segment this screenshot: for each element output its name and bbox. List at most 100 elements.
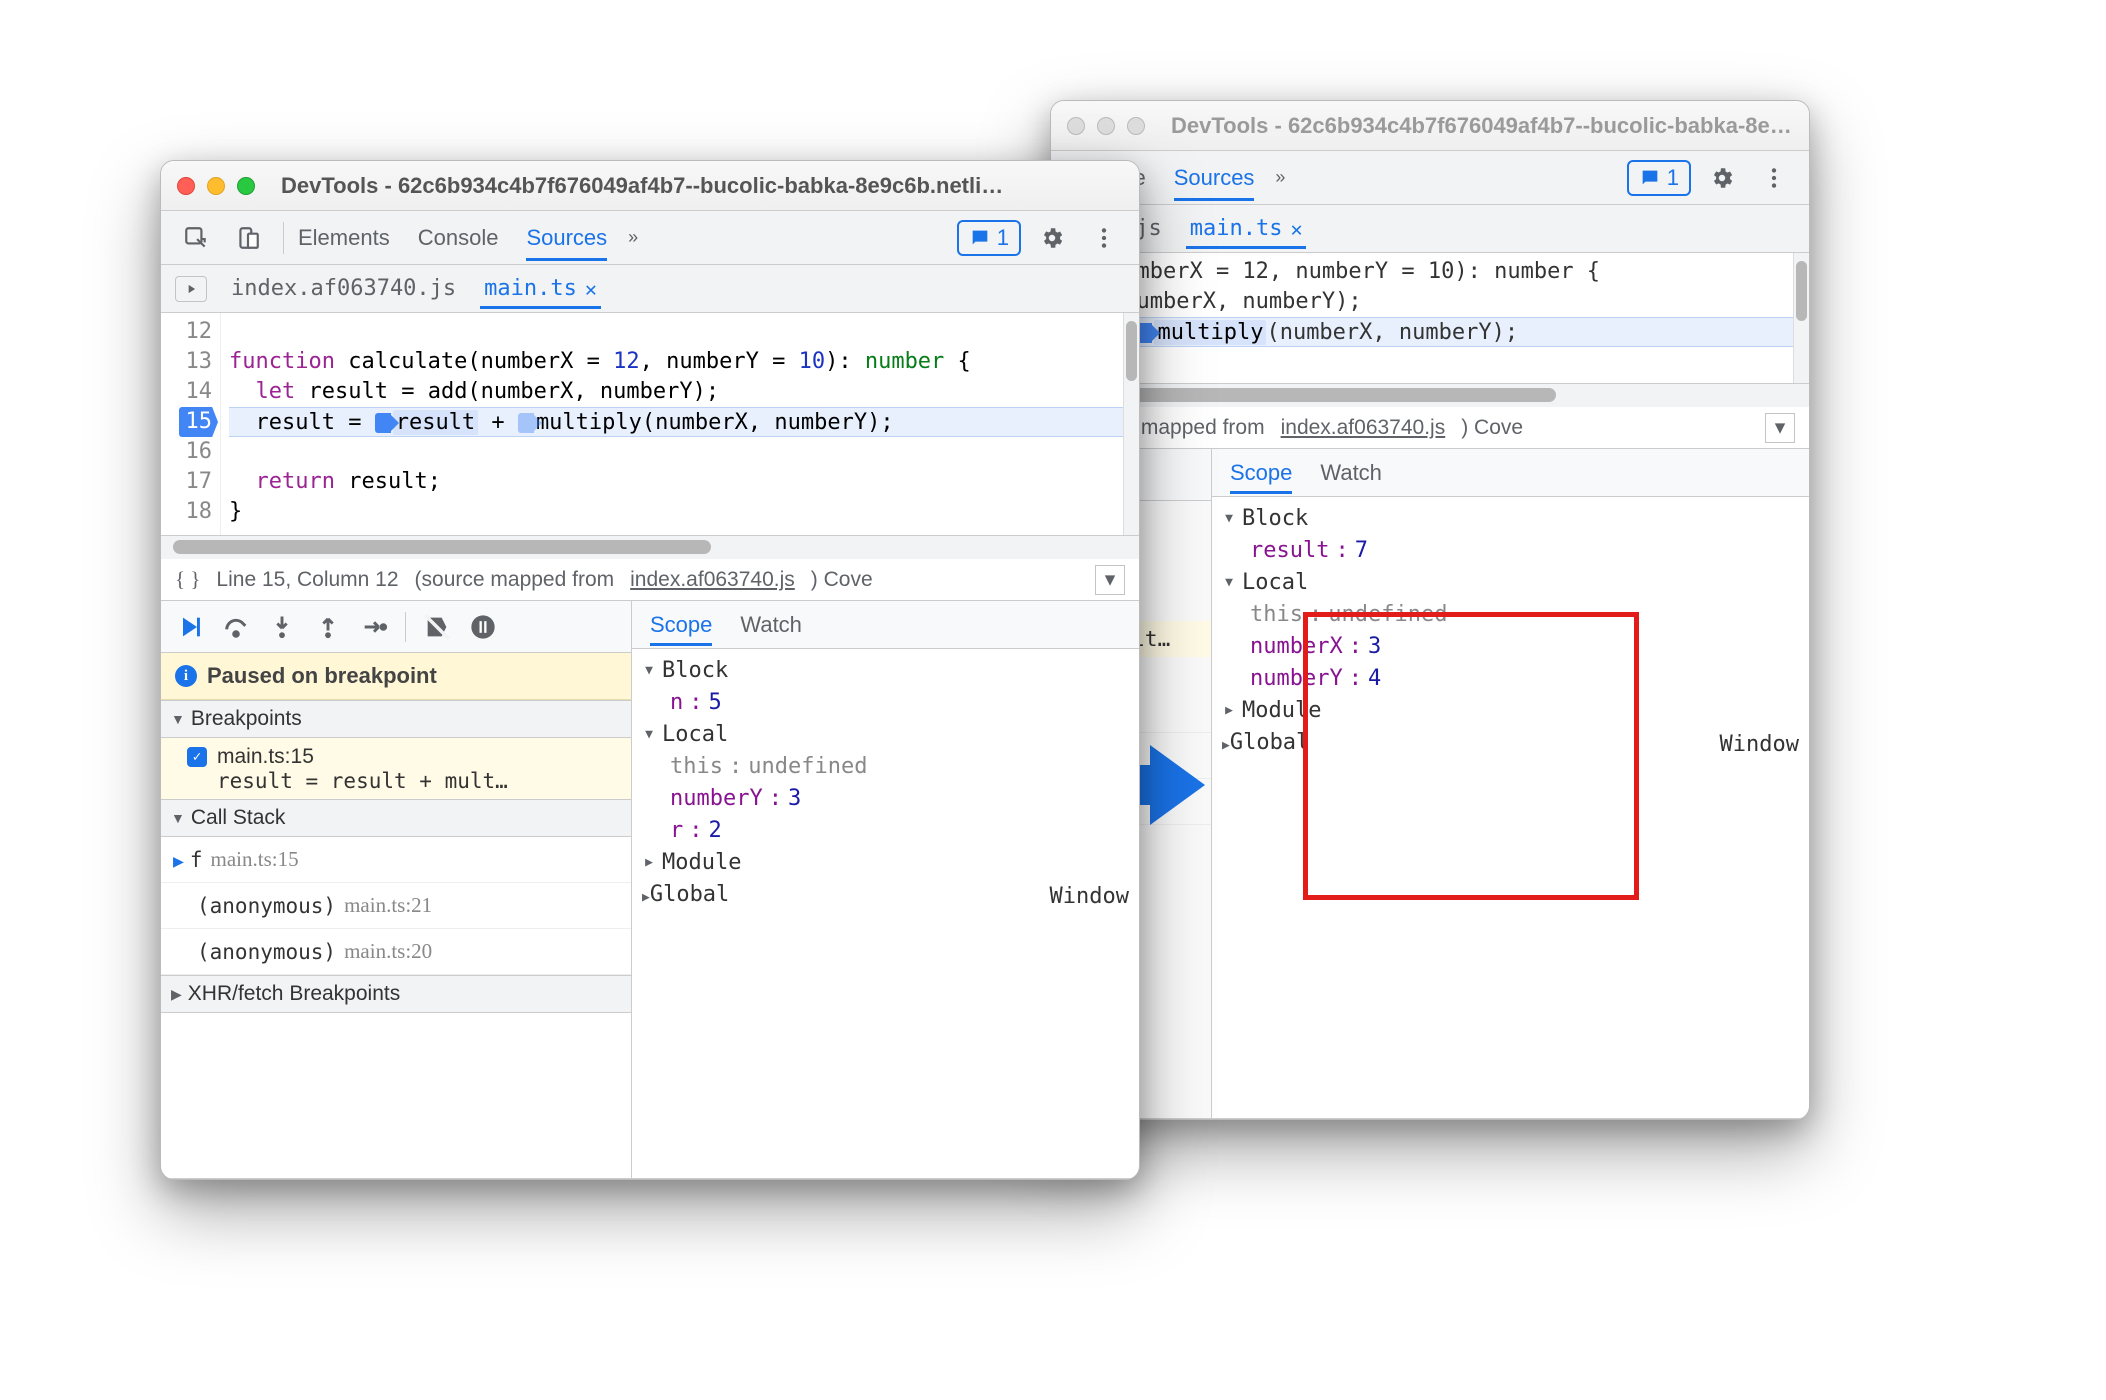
- tab-scope[interactable]: Scope: [1230, 452, 1292, 494]
- curly-icon[interactable]: { }: [175, 567, 200, 592]
- line-number: 14: [179, 377, 212, 407]
- callstack-header[interactable]: ▼Call Stack: [161, 799, 631, 837]
- resume-icon[interactable]: [175, 612, 205, 642]
- titlebar: DevTools - 62c6b934c4b7f676049af4b7--buc…: [161, 161, 1139, 211]
- c: result = add(numberX, numberY);: [295, 379, 719, 404]
- xhr-header[interactable]: ▶XHR/fetch Breakpoints: [161, 975, 631, 1013]
- stack-src: main.ts:21: [336, 889, 619, 922]
- tab-sources[interactable]: Sources: [526, 215, 607, 261]
- inspect-icon[interactable]: [175, 219, 217, 257]
- window-title: DevTools - 62c6b934c4b7f676049af4b7--buc…: [281, 173, 1123, 199]
- close-dot[interactable]: [1067, 117, 1085, 135]
- scope-tree[interactable]: ▼Block result: 7 ▼Local this: undefined …: [1212, 497, 1809, 768]
- more-tabs-icon[interactable]: »: [1264, 159, 1296, 197]
- tab-sources[interactable]: Sources: [1174, 155, 1255, 201]
- deactivate-bp-icon[interactable]: [422, 612, 452, 642]
- issues-badge[interactable]: 1: [957, 220, 1021, 256]
- tab-watch[interactable]: Watch: [1320, 452, 1382, 494]
- c: number: [865, 349, 944, 374]
- scope-tree[interactable]: ▼Block n: 5 ▼Local this: undefined numbe…: [632, 649, 1139, 920]
- close-icon[interactable]: ✕: [1290, 217, 1302, 241]
- line-number: 17: [179, 467, 212, 497]
- var-name: result: [1250, 535, 1329, 567]
- c: +: [478, 410, 518, 435]
- sourcemap-link[interactable]: index.af063740.js: [630, 568, 795, 592]
- more-tabs-icon[interactable]: »: [617, 219, 649, 257]
- step-out-icon[interactable]: [313, 612, 343, 642]
- code-editor[interactable]: ate(numberX = 12, numberY = 10): number …: [1051, 253, 1809, 383]
- traffic-lights: [177, 177, 255, 195]
- issues-badge[interactable]: 1: [1627, 160, 1691, 196]
- stack-frame[interactable]: ▶f main.ts:15: [161, 837, 631, 883]
- panel-tabs: Console Sources » 1: [1051, 151, 1809, 205]
- settings-icon[interactable]: [1701, 159, 1743, 197]
- min-dot[interactable]: [207, 177, 225, 195]
- scope-global-val: Window: [1720, 729, 1799, 761]
- var-value: 5: [709, 687, 722, 719]
- kebab-menu-icon[interactable]: [1083, 219, 1125, 257]
- tab-console[interactable]: Console: [418, 215, 499, 261]
- close-icon[interactable]: ✕: [585, 277, 597, 301]
- exec-marker-icon: [375, 413, 391, 433]
- file-tab-label: main.ts: [1190, 216, 1283, 241]
- file-tab-maints[interactable]: main.ts ✕: [1186, 208, 1307, 249]
- c: {: [944, 349, 971, 374]
- var-value: 2: [709, 815, 722, 847]
- stack-frame[interactable]: (anonymous) main.ts:21: [161, 883, 631, 929]
- file-tab-maints[interactable]: main.ts ✕: [480, 268, 601, 309]
- var-value: 7: [1355, 535, 1368, 567]
- info-icon: i: [175, 665, 197, 687]
- vscrollbar[interactable]: [1793, 253, 1809, 383]
- line-number-bp[interactable]: 15: [179, 407, 218, 437]
- var-value: undefined: [748, 751, 867, 783]
- sourcemap-link[interactable]: index.af063740.js: [1281, 416, 1446, 440]
- coverage-button[interactable]: ▾: [1095, 565, 1125, 595]
- navigator-toggle-icon[interactable]: [175, 276, 207, 302]
- c: calculate(numberX =: [335, 349, 613, 374]
- max-dot[interactable]: [237, 177, 255, 195]
- pause-exceptions-icon[interactable]: [468, 612, 498, 642]
- tab-watch[interactable]: Watch: [740, 604, 802, 646]
- max-dot[interactable]: [1127, 117, 1145, 135]
- scope-block: Block: [662, 655, 728, 687]
- code-editor[interactable]: 12 13 14 15 16 17 18 function calculate(…: [161, 313, 1139, 535]
- checkbox-icon[interactable]: ✓: [187, 747, 207, 767]
- min-dot[interactable]: [1097, 117, 1115, 135]
- step-over-icon[interactable]: [221, 612, 251, 642]
- scope-global: Global: [1230, 730, 1309, 755]
- c: multiply: [536, 410, 642, 435]
- tab-scope[interactable]: Scope: [650, 604, 712, 646]
- hscrollbar[interactable]: [161, 535, 1139, 559]
- breakpoints-header[interactable]: ▼Breakpoints: [161, 700, 631, 738]
- c: 10: [799, 349, 826, 374]
- breakpoint-code: result = result + mult…: [187, 769, 621, 793]
- var-name: numberY: [670, 783, 763, 815]
- section-label: Call Stack: [191, 806, 286, 830]
- var-name: n: [670, 687, 683, 719]
- settings-icon[interactable]: [1031, 219, 1073, 257]
- line-number: 12: [179, 317, 212, 347]
- stack-frame[interactable]: (anonymous) main.ts:20: [161, 929, 631, 975]
- close-dot[interactable]: [177, 177, 195, 195]
- status-bar: (source mapped from index.af063740.js ) …: [1051, 407, 1809, 449]
- device-icon[interactable]: [227, 219, 269, 257]
- step-icon[interactable]: [359, 612, 389, 642]
- vscrollbar[interactable]: [1123, 313, 1139, 535]
- kebab-menu-icon[interactable]: [1753, 159, 1795, 197]
- coverage-button[interactable]: ▾: [1765, 413, 1795, 443]
- code-seg: multiply: [1154, 320, 1266, 345]
- stack-fn: f: [190, 848, 203, 872]
- var-name: this: [1250, 599, 1303, 631]
- file-tab-indexjs[interactable]: index.af063740.js: [227, 268, 460, 309]
- c: ):: [825, 349, 865, 374]
- hscrollbar[interactable]: [1051, 383, 1809, 407]
- c: result: [393, 410, 478, 435]
- debug-controls: [161, 601, 631, 653]
- scope-local: Local: [662, 719, 728, 751]
- c: }: [229, 499, 242, 524]
- breakpoint-item[interactable]: ✓main.ts:15 result = result + mult…: [161, 738, 631, 799]
- line-gutter[interactable]: 12 13 14 15 16 17 18: [161, 313, 221, 535]
- tab-elements[interactable]: Elements: [298, 215, 390, 261]
- c: return: [256, 469, 335, 494]
- step-into-icon[interactable]: [267, 612, 297, 642]
